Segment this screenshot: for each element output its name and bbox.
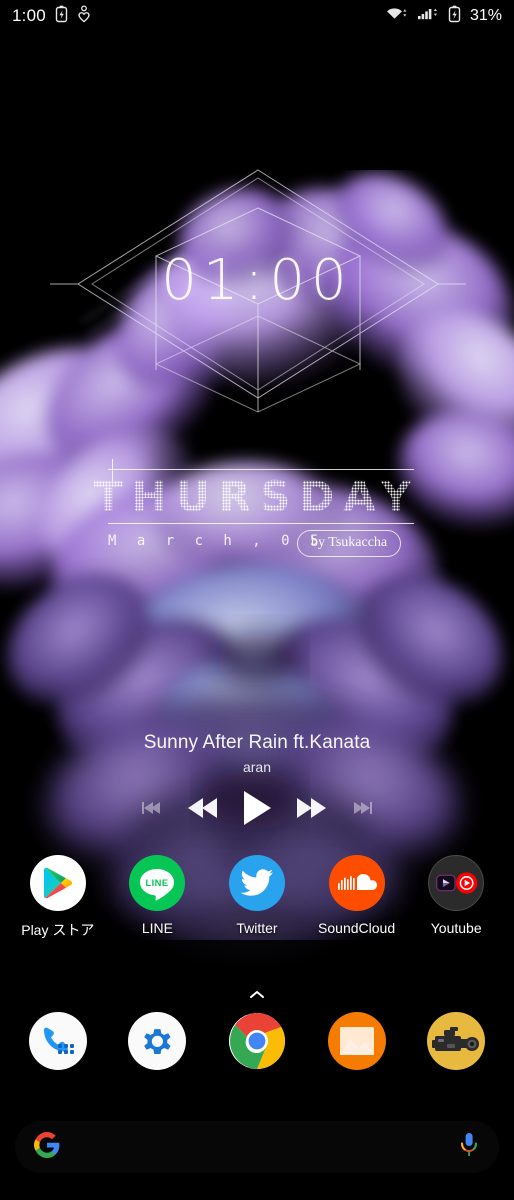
chrome-icon[interactable] [228,1012,286,1070]
day-name-label: THURSDAY [0,472,514,521]
app-label: SoundCloud [318,920,396,936]
music-artist: aran [242,759,272,775]
status-clock: 1:00 [12,6,46,25]
battery-charging-icon [448,5,461,28]
rewind-button[interactable] [186,796,220,820]
dock-item-chrome[interactable] [211,1012,303,1070]
microphone-icon[interactable] [458,1132,480,1163]
app-soundcloud[interactable]: SoundCloud [311,855,403,936]
status-bar-left: 1:00 [12,4,91,28]
google-search-bar[interactable] [16,1122,498,1172]
phone-dialer-icon[interactable] [28,1012,87,1070]
app-play-store[interactable]: Play ストア [12,855,104,940]
battery-saver-icon [55,5,68,28]
line-icon[interactable]: LINE [129,855,186,911]
wifi-icon [386,5,408,28]
svg-text:LINE: LINE [146,877,169,888]
heart-health-icon [77,4,91,28]
app-label: LINE [141,920,173,936]
google-g-icon[interactable] [34,1131,60,1163]
dock-item-settings[interactable] [111,1012,203,1070]
wallpaper-credit-badge[interactable]: by Tsukaccha [297,530,402,557]
play-store-icon[interactable] [29,855,86,911]
clock-widget[interactable]: 01:00 [0,160,514,420]
status-bar-right: 31% [386,5,502,28]
twitter-icon[interactable] [228,855,285,911]
dock-item-camera[interactable] [410,1012,502,1070]
app-twitter[interactable]: Twitter [211,855,303,936]
date-rule-bottom [108,523,414,524]
home-screen: 1:00 31% 01:00 THURSDAY M a r c h , 0 5 … [0,0,514,1200]
app-label: Twitter [236,920,278,936]
next-track-button[interactable] [348,799,374,817]
search-input[interactable] [60,1138,458,1156]
app-line[interactable]: LINE LINE [111,855,203,936]
music-controls [0,789,514,827]
battery-percent-label: 31% [469,7,502,24]
app-youtube-folder[interactable]: Youtube [410,855,502,936]
status-bar[interactable]: 1:00 31% [0,0,514,32]
dock-item-phone[interactable] [12,1012,104,1070]
chevron-up-icon[interactable] [247,989,267,1001]
gear-icon[interactable] [128,1012,187,1070]
soundcloud-icon[interactable] [328,855,385,911]
gallery-photo-icon[interactable] [327,1012,386,1070]
app-grid-row: Play ストア LINE LINE Twitter SoundCloud Yo… [0,855,514,940]
youtube-folder-icon[interactable] [428,855,485,911]
clock-time: 01:00 [161,248,353,313]
cellular-signal-icon [417,5,439,28]
music-track-title: Sunny After Rain ft.Kanata [143,732,371,753]
fast-forward-button[interactable] [294,796,328,820]
date-rule-top [108,469,414,470]
date-label: M a r c h , 0 5 [108,533,325,549]
play-button[interactable] [240,789,274,827]
dock-item-gallery[interactable] [311,1012,403,1070]
camcorder-icon[interactable] [427,1012,486,1070]
dock [0,1012,514,1070]
app-label: Play ストア [21,922,95,938]
previous-track-button[interactable] [140,799,166,817]
app-drawer-indicator[interactable] [0,988,514,1006]
app-label: Youtube [430,920,482,936]
date-widget[interactable]: THURSDAY THURSDAY M a r c h , 0 5 [0,455,514,565]
music-player-widget[interactable]: Sunny After Rain ft.Kanata aran [0,732,514,827]
